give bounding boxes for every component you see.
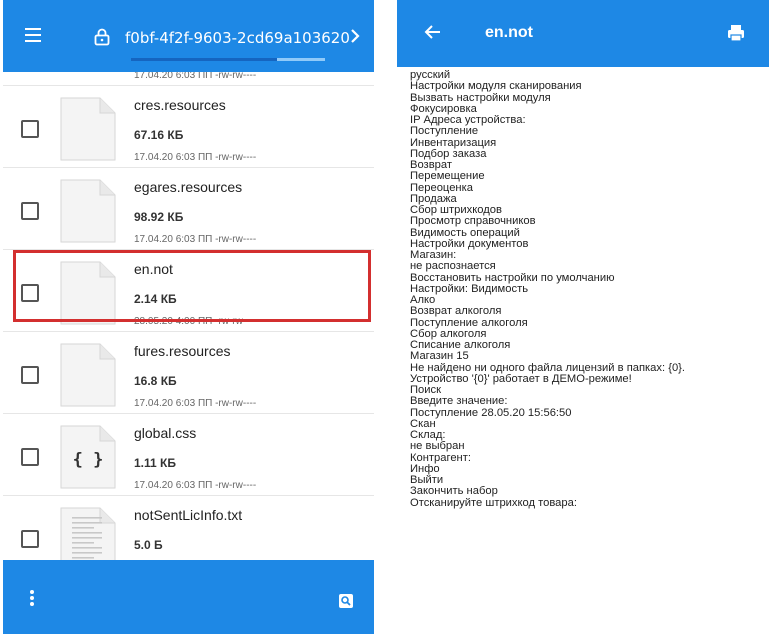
content-line: Контрагент: xyxy=(410,452,471,464)
text-viewer-app-bar: en.not xyxy=(397,0,769,67)
file-name: fures.resources xyxy=(134,343,231,359)
file-meta: 28.05.20 4:00 ПП -rw-rw---- xyxy=(134,316,257,327)
content-line: Алко xyxy=(410,295,436,306)
file-meta: 17.04.20 6:03 ПП -rw-rw---- xyxy=(134,72,257,81)
content-line: Возврат xyxy=(410,160,452,171)
file-list-item[interactable]: { } global.css 1.11 КБ 17.04.20 6:03 ПП -rw… xyxy=(3,414,374,496)
hamburger-menu-icon[interactable] xyxy=(25,28,41,42)
content-line: Склад: xyxy=(410,430,446,441)
content-line: Сбор штрихкодов xyxy=(410,205,502,216)
content-line: Просмотр справочников xyxy=(410,216,536,228)
content-line: Настройки документов xyxy=(410,238,529,250)
file-list-item[interactable]: fures.resources 16.8 КБ 17.04.20 6:03 ПП -… xyxy=(3,332,374,414)
content-line: русский xyxy=(410,70,451,81)
file-meta: 17.04.20 6:03 ПП -rw-rw---- xyxy=(134,234,257,245)
content-line: Сбор алкоголя xyxy=(410,328,487,340)
blank-file-icon xyxy=(60,261,116,325)
file-name: en.not xyxy=(134,261,173,277)
select-checkbox[interactable] xyxy=(21,448,39,466)
progress-fill xyxy=(131,58,277,61)
content-line: Возврат алкоголя xyxy=(410,306,502,318)
arrow-back-icon[interactable] xyxy=(423,22,443,42)
more-vert-icon[interactable] xyxy=(30,590,34,606)
list-item-partial[interactable]: 17.04.20 6:03 ПП -rw-rw---- xyxy=(3,72,374,86)
file-browser-app-bar: f0bf-4f2f-9603-2cd69a103620 xyxy=(3,0,374,72)
path-breadcrumb[interactable]: f0bf-4f2f-9603-2cd69a103620 xyxy=(125,29,353,47)
text-file-icon xyxy=(60,507,116,560)
select-checkbox[interactable] xyxy=(21,530,39,548)
content-line: Закончить набор xyxy=(410,486,498,498)
content-line: Видимость операций xyxy=(410,227,520,239)
blank-file-icon xyxy=(60,179,116,243)
print-icon[interactable] xyxy=(726,23,746,43)
file-meta: 17.04.20 6:03 ПП -rw-rw---- xyxy=(134,480,257,491)
file-content: русский Настройки модуля сканирования Вызв… xyxy=(410,70,762,509)
file-size: 98.92 КБ xyxy=(134,210,184,224)
content-line: Вызвать настройки модуля xyxy=(410,92,551,104)
text-viewer-panel: en.not русский Настройки модуля сканирова… xyxy=(397,0,769,634)
content-line: Настройки модуля сканирования xyxy=(410,81,582,93)
select-checkbox[interactable] xyxy=(21,284,39,302)
content-line: Магазин 15 xyxy=(410,351,469,363)
select-checkbox[interactable] xyxy=(21,366,39,384)
code-glyph: { } xyxy=(73,450,104,470)
file-name: cres.resources xyxy=(134,97,226,113)
content-line: не выбран xyxy=(410,441,465,453)
file-list: 17.04.20 6:03 ПП -rw-rw---- cres.resourc… xyxy=(3,72,374,560)
loading-progress-bar xyxy=(131,58,325,61)
content-line: Поиск xyxy=(410,385,442,396)
file-name: egares.resources xyxy=(134,179,243,195)
file-meta: 17.04.20 6:03 ПП -rw-rw---- xyxy=(134,152,257,163)
lock-icon xyxy=(94,28,110,46)
file-size: 5.0 Б xyxy=(134,538,163,552)
file-browser-panel: f0bf-4f2f-9603-2cd69a103620 17.04.20 6:0… xyxy=(3,0,374,634)
file-list-item[interactable]: en.not 2.14 КБ 28.05.20 4:00 ПП -rw-rw---- xyxy=(3,250,374,332)
file-size: 67.16 КБ xyxy=(134,128,184,142)
file-size: 1.11 КБ xyxy=(134,456,176,470)
content-line: Подбор заказа xyxy=(410,148,487,160)
content-line: Фокусировка xyxy=(410,103,477,115)
file-size: 16.8 КБ xyxy=(134,374,177,388)
content-line: Продажа xyxy=(410,193,457,205)
chevron-right-icon[interactable] xyxy=(347,26,363,46)
content-line: Списание алкоголя xyxy=(410,340,511,351)
content-line: Переоценка xyxy=(410,182,473,194)
content-line: Перемещение xyxy=(410,171,485,183)
content-line: не распознается xyxy=(410,261,496,273)
file-name: global.css xyxy=(134,425,197,441)
content-line: Отсканируйте штрихкод товара: xyxy=(410,497,577,509)
select-checkbox[interactable] xyxy=(21,120,39,138)
content-line: Не найдено ни одного файла лицензий в па… xyxy=(410,362,686,374)
blank-file-icon xyxy=(60,343,116,407)
file-list-item[interactable]: egares.resources 98.92 КБ 17.04.20 6:03 ПП… xyxy=(3,168,374,250)
content-line: IP Адреса устройства: xyxy=(410,115,526,126)
file-size: 2.14 КБ xyxy=(134,292,177,306)
file-name: notSentLicInfo.txt xyxy=(134,507,243,523)
file-list-item[interactable]: cres.resources 67.16 КБ 17.04.20 6:03 ПП -… xyxy=(3,86,374,168)
search-icon[interactable] xyxy=(339,594,353,608)
content-line: Инфо xyxy=(410,463,440,475)
page-title: en.not xyxy=(485,24,533,41)
content-line: Поступление xyxy=(410,126,479,138)
blank-file-icon xyxy=(60,97,116,161)
content-line: Поступление 28.05.20 15:56:50 xyxy=(410,407,572,419)
content-line: Настройки: Видимость xyxy=(410,283,529,295)
file-list-item[interactable]: notSentLicInfo.txt 5.0 Б xyxy=(3,496,374,560)
content-line: Магазин: xyxy=(410,250,457,261)
bottom-toolbar xyxy=(3,560,374,634)
content-line: Восстановить настройки по умолчанию xyxy=(410,272,615,284)
select-checkbox[interactable] xyxy=(21,202,39,220)
content-line: Устройство '{0}' работает в ДЕМО-режиме! xyxy=(410,373,632,385)
content-line: Поступление алкоголя xyxy=(410,317,528,329)
content-line: Введите значение: xyxy=(410,396,508,408)
file-meta: 17.04.20 6:03 ПП -rw-rw---- xyxy=(134,398,257,409)
code-file-icon: { } xyxy=(60,425,116,489)
content-line: Инвентаризация xyxy=(410,137,497,149)
content-line: Скан xyxy=(410,418,436,430)
content-line: Выйти xyxy=(410,475,444,486)
